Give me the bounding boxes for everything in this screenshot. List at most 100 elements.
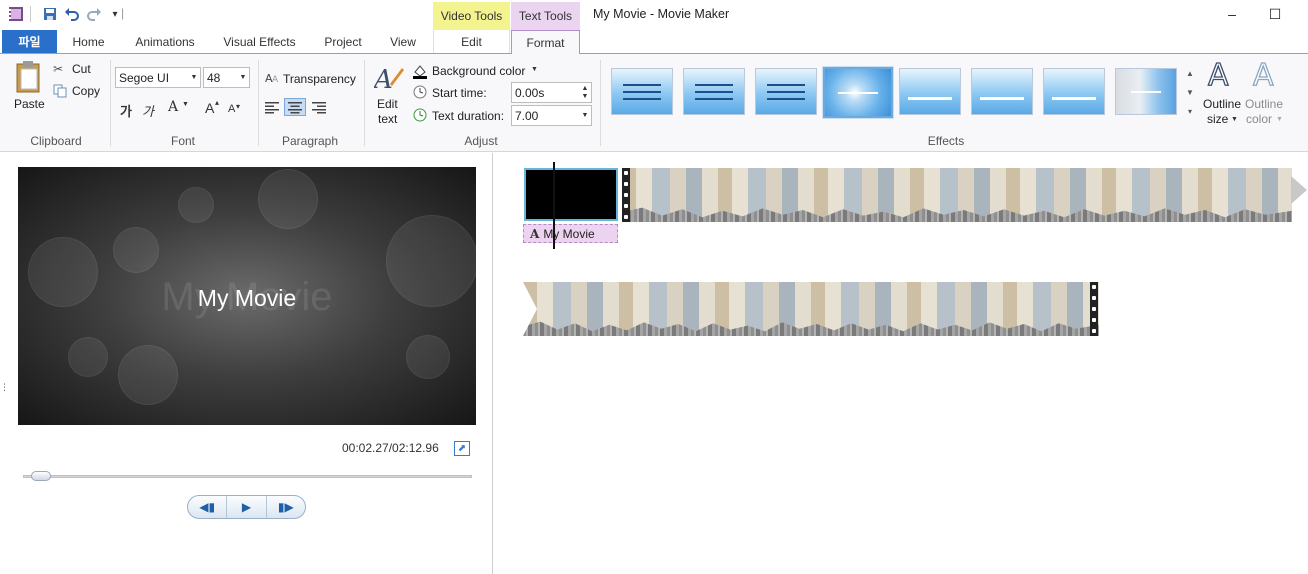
group-divider <box>258 60 259 146</box>
outline-size-label-2[interactable]: size <box>1207 112 1228 126</box>
outline-color-label-1[interactable]: Outline <box>1245 97 1283 111</box>
font-color-chevron-icon[interactable]: ▼ <box>182 101 189 108</box>
tab-view[interactable]: View <box>378 30 428 53</box>
background-color-button[interactable]: Background color <box>432 64 525 78</box>
text-duration-label: Text duration: <box>432 109 505 123</box>
effect-preview-icon <box>767 83 805 100</box>
play-icon[interactable]: ▶ <box>227 496 267 518</box>
gallery-scroll-up-icon[interactable]: ▲ <box>1183 66 1197 80</box>
bokeh-decoration <box>178 187 214 223</box>
tab-edit[interactable]: Edit <box>433 30 510 53</box>
outline-color-label-2[interactable]: color <box>1246 112 1272 126</box>
tab-project[interactable]: Project <box>313 30 373 53</box>
next-frame-icon[interactable]: ▮▶ <box>267 496 305 518</box>
edit-text-label-2[interactable]: text <box>378 112 397 126</box>
text-caption-icon: A <box>530 226 540 241</box>
preview-title-text: My Movie <box>197 285 297 311</box>
cut-button[interactable]: Cut <box>72 62 91 76</box>
font-size-select[interactable]: 48 ▼ <box>203 67 250 88</box>
spinner-icon[interactable]: ▲ ▼ <box>579 85 591 101</box>
effect-thumbnail[interactable] <box>1115 68 1177 115</box>
effect-preview-icon <box>1131 90 1161 93</box>
tab-animations[interactable]: Animations <box>123 30 207 53</box>
font-size-value: 48 <box>207 70 221 85</box>
effect-thumbnail[interactable] <box>755 68 817 115</box>
effect-thumbnail[interactable] <box>683 68 745 115</box>
effect-thumbnail[interactable] <box>1043 68 1105 115</box>
qat-divider <box>30 6 31 22</box>
align-center-icon[interactable] <box>284 98 306 116</box>
italic-button[interactable]: 가 <box>142 101 154 120</box>
video-preview[interactable]: My Movie My Movie <box>18 167 476 425</box>
caption-item[interactable]: A My Movie <box>523 224 618 243</box>
playback-time: 00:02.27/02:12.96 <box>342 441 439 455</box>
film-sprocket <box>1090 282 1098 336</box>
paste-icon[interactable] <box>14 60 44 94</box>
start-time-value: 0.00s <box>515 85 545 100</box>
title-clip-black[interactable] <box>524 168 618 221</box>
pane-resize-handle[interactable]: ⋮ <box>0 382 9 396</box>
text-duration-select[interactable]: 7.00 ▼ <box>511 105 592 126</box>
undo-icon[interactable] <box>64 6 80 22</box>
redo-icon[interactable] <box>86 6 102 22</box>
gallery-scroll-down-icon[interactable]: ▼ <box>1183 85 1197 99</box>
effect-thumbnail[interactable] <box>611 68 673 115</box>
movie-maker-app-icon[interactable] <box>8 6 24 22</box>
minimize-button[interactable]: – <box>1218 4 1246 24</box>
edit-text-label-1[interactable]: Edit <box>377 97 398 111</box>
grow-font-button[interactable]: A <box>205 100 214 116</box>
tab-format[interactable]: Format <box>511 30 580 55</box>
seek-bar[interactable] <box>23 475 472 478</box>
align-left-icon[interactable] <box>264 100 280 114</box>
tab-home[interactable]: Home <box>60 30 117 53</box>
gallery-more-icon[interactable]: ▾ <box>1183 104 1197 118</box>
outline-color-icon[interactable]: A <box>1252 57 1274 93</box>
outline-size-icon[interactable]: A <box>1207 57 1229 93</box>
seek-thumb[interactable] <box>30 471 51 481</box>
qat-end-divider: | <box>121 6 125 20</box>
start-time-label: Start time: <box>432 86 487 100</box>
text-tools-context-label: Text Tools <box>511 2 580 30</box>
edit-text-icon[interactable]: A <box>372 62 404 95</box>
maximize-button[interactable]: ☐ <box>1261 4 1289 24</box>
fullscreen-preview-icon[interactable]: ⬈ <box>454 441 470 456</box>
previous-frame-icon[interactable]: ◀▮ <box>188 496 228 518</box>
copy-icon[interactable] <box>53 84 67 98</box>
window-title: My Movie - Movie Maker <box>593 7 730 21</box>
group-divider <box>364 60 365 146</box>
chevron-down-icon[interactable]: ▼ <box>531 66 538 73</box>
effect-thumbnail-selected[interactable] <box>822 66 894 119</box>
effect-thumbnail[interactable] <box>899 68 961 115</box>
video-clip[interactable] <box>622 168 1292 222</box>
effect-thumbnail[interactable] <box>971 68 1033 115</box>
tab-visual-effects[interactable]: Visual Effects <box>213 30 306 53</box>
bokeh-decoration <box>258 169 318 229</box>
bokeh-decoration <box>113 227 159 273</box>
font-family-select[interactable]: Segoe UI ▼ <box>115 67 201 88</box>
start-time-icon <box>413 85 427 99</box>
save-icon[interactable] <box>42 6 58 22</box>
bold-button[interactable]: 가 <box>120 101 132 120</box>
font-color-button[interactable]: A <box>168 99 178 115</box>
outline-size-label-1[interactable]: Outline <box>1203 97 1241 111</box>
background-color-icon[interactable] <box>412 63 428 79</box>
align-right-icon[interactable] <box>311 100 327 114</box>
group-divider <box>110 60 111 146</box>
chevron-down-icon[interactable]: ▼ <box>1231 116 1238 123</box>
shrink-font-button[interactable]: A <box>228 103 235 115</box>
adjust-group-label: Adjust <box>464 134 498 148</box>
clip-continues-arrow-icon <box>1291 176 1307 204</box>
bokeh-decoration <box>68 337 108 377</box>
start-time-input[interactable]: 0.00s ▲ ▼ <box>511 82 592 103</box>
chevron-down-icon[interactable]: ▼ <box>1276 116 1283 123</box>
cut-icon[interactable]: ✂ <box>53 62 67 76</box>
playhead[interactable] <box>553 162 555 249</box>
clip-start-notch <box>523 282 537 336</box>
copy-button[interactable]: Copy <box>72 84 100 98</box>
tab-file[interactable]: 파일 <box>2 30 57 53</box>
font-group-label: Font <box>170 134 195 148</box>
transparency-button[interactable]: Transparency <box>283 72 356 86</box>
transparency-icon[interactable]: AA <box>265 71 281 86</box>
paste-button[interactable]: Paste <box>14 97 45 111</box>
video-clip[interactable] <box>523 282 1099 336</box>
